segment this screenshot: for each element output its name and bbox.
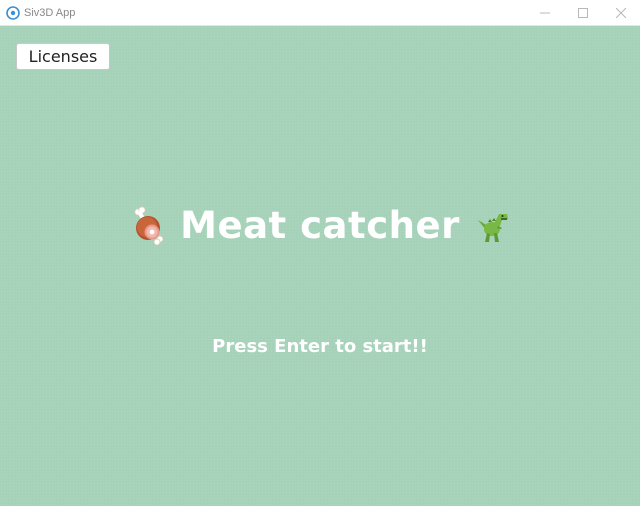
title-row: Meat catcher xyxy=(0,204,640,247)
window-controls xyxy=(526,0,640,26)
t-rex-icon xyxy=(474,206,510,246)
meat-on-bone-icon xyxy=(130,205,166,246)
start-prompt: Press Enter to start!! xyxy=(212,336,428,357)
game-canvas[interactable]: Licenses Meat catcher Press Enter to sta… xyxy=(0,26,640,506)
app-window: Siv3D App Licenses Meat catcher Press En… xyxy=(0,0,640,506)
title-bar[interactable]: Siv3D App xyxy=(0,0,640,26)
game-title: Meat catcher xyxy=(180,204,460,247)
close-icon[interactable] xyxy=(602,0,640,26)
siv3d-app-icon xyxy=(6,5,20,20)
licenses-button[interactable]: Licenses xyxy=(16,43,110,70)
minimize-icon[interactable] xyxy=(526,0,564,26)
maximize-icon[interactable] xyxy=(564,0,602,26)
window-title: Siv3D App xyxy=(24,6,76,19)
